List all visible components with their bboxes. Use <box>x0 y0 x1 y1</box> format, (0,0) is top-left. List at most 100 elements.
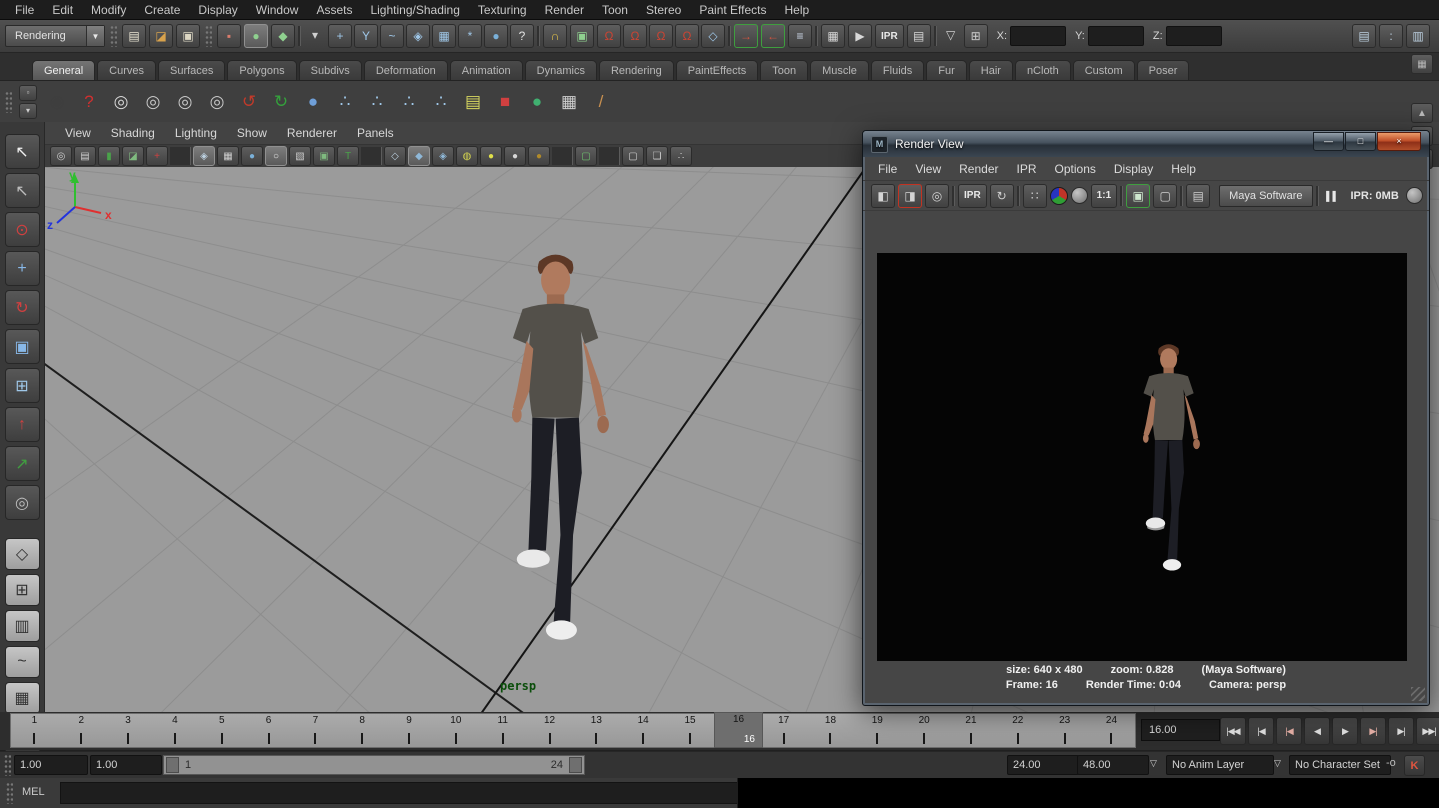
snap-grid-icon[interactable]: Ω <box>597 24 621 48</box>
paint-effects-brush-icon[interactable]: / <box>586 86 616 118</box>
separator[interactable] <box>1180 186 1183 206</box>
viewport-menu-renderer[interactable]: Renderer <box>277 124 347 142</box>
menu-window[interactable]: Window <box>247 1 308 19</box>
frame-7[interactable]: 7 <box>292 714 339 747</box>
highlight-selection-icon[interactable]: ▣ <box>570 24 594 48</box>
channel-box-toggle-icon[interactable]: ▥ <box>1406 24 1430 48</box>
pan-zoom-icon[interactable]: + <box>146 146 168 166</box>
shelf-tab-rendering[interactable]: Rendering <box>599 60 674 80</box>
maximize-button[interactable]: □ <box>1345 132 1376 151</box>
shelf-tab-selector-button[interactable]: ▫ <box>19 85 37 101</box>
mask-joints-icon[interactable]: Y <box>354 24 378 48</box>
camera-attributes-icon[interactable]: ▤ <box>74 146 96 166</box>
chevron-down-icon[interactable]: ▽ <box>1150 758 1157 769</box>
frame-19[interactable]: 19 <box>854 714 901 747</box>
mask-dynamics-icon[interactable]: * <box>458 24 482 48</box>
menu-display[interactable]: Display <box>189 1 246 19</box>
hypergraph-hierarchy-icon[interactable]: ∴ <box>394 86 424 118</box>
menu-texturing[interactable]: Texturing <box>469 1 536 19</box>
shelf-tab-painteffects[interactable]: PaintEffects <box>676 60 759 80</box>
quick-select-dropdown-icon[interactable]: ▽ <box>940 24 962 46</box>
camera-roll-icon[interactable]: ◎ <box>138 86 168 118</box>
shelf-tab-subdivs[interactable]: Subdivs <box>299 60 362 80</box>
help-question-icon[interactable]: ? <box>74 86 104 118</box>
shelf-tab-general[interactable]: General <box>32 60 95 80</box>
viewport-menu-show[interactable]: Show <box>227 124 277 142</box>
light-flat-icon[interactable]: ● <box>504 146 526 166</box>
field-chart-icon[interactable]: ▧ <box>289 146 311 166</box>
render-menu-display[interactable]: Display <box>1105 160 1162 178</box>
shelf-tab-ncloth[interactable]: nCloth <box>1015 60 1071 80</box>
construction-history-icon[interactable]: ≡ <box>788 24 812 48</box>
render-current-frame-icon[interactable]: ◧ <box>871 184 895 208</box>
anim-layer-select[interactable]: No Anim Layer <box>1166 755 1274 775</box>
safe-title-icon[interactable]: T <box>337 146 359 166</box>
y-input[interactable] <box>1088 26 1144 46</box>
frame-24[interactable]: 24 <box>1088 714 1135 747</box>
drag-handle[interactable] <box>205 25 212 47</box>
separator[interactable] <box>170 147 191 165</box>
render-view-icon[interactable]: ▦ <box>821 24 845 48</box>
snap-point-icon[interactable]: Ω <box>649 24 673 48</box>
redo-icon[interactable]: ↻ <box>266 86 296 118</box>
frame-5[interactable]: 5 <box>198 714 245 747</box>
render-region-icon[interactable]: ∷ <box>1023 184 1047 208</box>
frame-20[interactable]: 20 <box>901 714 948 747</box>
z-input[interactable] <box>1166 26 1222 46</box>
timeline-ruler[interactable]: 123456789101112131415161718192021222324 <box>10 713 1136 748</box>
render-menu-options[interactable]: Options <box>1046 160 1105 178</box>
use-all-lights-icon[interactable]: ◍ <box>456 146 478 166</box>
camera-dolly-icon[interactable]: ◎ <box>202 86 232 118</box>
frame-23[interactable]: 23 <box>1041 714 1088 747</box>
menu-create[interactable]: Create <box>135 1 189 19</box>
new-scene-icon[interactable]: ▤ <box>122 24 146 48</box>
render-menu-view[interactable]: View <box>906 160 950 178</box>
viewport-menu-lighting[interactable]: Lighting <box>165 124 227 142</box>
shelf-tab-deformation[interactable]: Deformation <box>364 60 448 80</box>
separator[interactable] <box>952 186 955 206</box>
animation-start-field[interactable]: 1.00 <box>14 755 88 775</box>
drag-handle[interactable] <box>110 25 117 47</box>
wireframe-icon[interactable]: ◇ <box>384 146 406 166</box>
show-manipulator-icon[interactable]: ↗ <box>5 446 40 481</box>
tool-settings-toggle-icon[interactable]: : <box>1379 24 1403 48</box>
safe-action-icon[interactable]: ▣ <box>313 146 335 166</box>
make-live-icon[interactable]: ◇ <box>701 24 725 48</box>
shelf-tab-dynamics[interactable]: Dynamics <box>525 60 597 80</box>
open-render-settings-icon[interactable]: ▤ <box>1186 184 1210 208</box>
chevron-down-icon[interactable]: ▼ <box>86 26 104 46</box>
menu-assets[interactable]: Assets <box>307 1 361 19</box>
mask-rendering-icon[interactable]: ● <box>484 24 508 48</box>
pause-ipr-icon[interactable]: ▌▌ <box>1322 185 1344 207</box>
step-back-key-button[interactable]: |◀ <box>1276 717 1302 745</box>
xray-icon[interactable]: ▢ <box>622 146 644 166</box>
frame-9[interactable]: 9 <box>386 714 433 747</box>
x-input[interactable] <box>1010 26 1066 46</box>
group-nodes-icon[interactable]: ▦ <box>554 86 584 118</box>
frame-17[interactable]: 17 <box>760 714 807 747</box>
shelf-tab-surfaces[interactable]: Surfaces <box>158 60 225 80</box>
mask-curves-icon[interactable]: ~ <box>380 24 404 48</box>
animation-end-field[interactable]: 48.00 <box>1077 755 1149 775</box>
renderer-select[interactable]: Maya Software <box>1219 185 1312 207</box>
playback-end-field[interactable]: 24.00 <box>1007 755 1079 775</box>
menu-edit[interactable]: Edit <box>43 1 82 19</box>
move-tool-icon[interactable]: + <box>5 251 40 286</box>
frame-12[interactable]: 12 <box>526 714 573 747</box>
chevron-down-icon[interactable]: ▽ <box>1274 758 1281 769</box>
go-to-start-button[interactable]: |◀◀ <box>1220 717 1246 745</box>
shelf-trash-icon[interactable]: ▦ <box>1411 54 1433 74</box>
current-frame-marker[interactable]: 16 16 <box>714 712 763 748</box>
frame-3[interactable]: 3 <box>105 714 152 747</box>
bookmarks-icon[interactable]: ▮ <box>98 146 120 166</box>
frame-10[interactable]: 10 <box>432 714 479 747</box>
mask-misc-icon[interactable]: ? <box>510 24 534 48</box>
separator[interactable] <box>1017 186 1020 206</box>
select-hierarchy-icon[interactable]: ▪ <box>217 24 241 48</box>
current-time-field[interactable]: 16.00 <box>1141 719 1220 741</box>
move-normal-tool-icon[interactable]: ↑ <box>5 407 40 442</box>
hypergraph-connections-icon[interactable]: ∴ <box>426 86 456 118</box>
lock-selection-icon[interactable]: ∩ <box>543 24 567 48</box>
menu-help[interactable]: Help <box>776 1 819 19</box>
window-resize-grip[interactable] <box>1411 687 1425 701</box>
